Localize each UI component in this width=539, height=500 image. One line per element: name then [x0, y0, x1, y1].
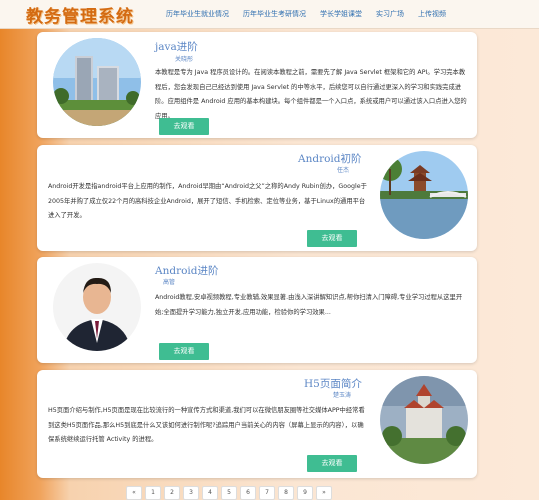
course-card-h5: H5页面简介 楚玉涛 H5页面介绍与制作,H5页面是现在比较流行的一种宣传方式和… [37, 370, 477, 478]
course-image-pavilion [380, 151, 468, 239]
top-header: 教务管理系统 历年毕业生就业情况 历年毕业生考研情况 学长学姐课堂 实习广场 上… [0, 0, 539, 29]
site-logo[interactable]: 教务管理系统 [26, 2, 134, 27]
pagination-prev[interactable]: « [126, 486, 142, 500]
course-description: Android教程,安卓视频教程,专业教辅,效果显著.由浅入深讲解知识点,帮你扫… [155, 294, 463, 316]
nav-employment[interactable]: 历年毕业生就业情况 [166, 9, 229, 19]
course-description: 本教程是专为 Java 程序员设计的。在阅读本教程之前，需要先了解 Java S… [155, 69, 467, 120]
course-title[interactable]: H5页面简介 [304, 376, 362, 391]
pagination-page[interactable]: 8 [278, 486, 294, 500]
course-image-buildings [53, 38, 141, 126]
pagination-page[interactable]: 2 [164, 486, 180, 500]
course-card-java: java进阶 关晓彤 本教程是专为 Java 程序员设计的。在阅读本教程之前，需… [37, 32, 477, 138]
pagination-page[interactable]: 6 [240, 486, 256, 500]
course-description: H5页面介绍与制作,H5页面是现在比较流行的一种宣传方式和渠道,我们可以在微信朋… [48, 407, 365, 443]
course-author: 楚玉涛 [333, 392, 352, 399]
pagination-next[interactable]: » [316, 486, 332, 500]
course-image-castle [380, 376, 468, 464]
watch-button[interactable]: 去观看 [307, 230, 357, 247]
course-card-android-basic: Android初阶 任杰 Android开发是指android平台上应用的制作，… [37, 145, 477, 251]
pagination-page[interactable]: 3 [183, 486, 199, 500]
watch-button[interactable]: 去观看 [159, 118, 209, 135]
nav-senior-class[interactable]: 学长学姐课堂 [320, 9, 362, 19]
course-image-presenter [53, 263, 141, 351]
watch-button[interactable]: 去观看 [159, 343, 209, 360]
course-card-android-advanced: Android进阶 高管 Android教程,安卓视频教程,专业教辅,效果显著.… [37, 257, 477, 363]
course-author: 关晓彤 [175, 56, 194, 63]
pagination-page[interactable]: 7 [259, 486, 275, 500]
course-description: Android开发是指android平台上应用的制作，Android早期由“An… [48, 183, 367, 219]
course-title[interactable]: Android进阶 [155, 263, 219, 278]
pagination: « 1 2 3 4 5 6 7 8 9 » [126, 486, 332, 500]
pagination-page[interactable]: 1 [145, 486, 161, 500]
watch-button[interactable]: 去观看 [307, 455, 357, 472]
pagination-page[interactable]: 4 [202, 486, 218, 500]
nav-internship[interactable]: 实习广场 [376, 9, 404, 19]
main-nav: 历年毕业生就业情况 历年毕业生考研情况 学长学姐课堂 实习广场 上传视频 [166, 9, 460, 19]
pagination-page[interactable]: 9 [297, 486, 313, 500]
nav-upload-video[interactable]: 上传视频 [418, 9, 446, 19]
course-author: 任杰 [337, 167, 350, 174]
pagination-page[interactable]: 5 [221, 486, 237, 500]
course-title[interactable]: Android初阶 [298, 151, 362, 166]
course-title[interactable]: java进阶 [155, 39, 198, 54]
nav-graduate-exam[interactable]: 历年毕业生考研情况 [243, 9, 306, 19]
course-author: 高管 [163, 279, 176, 286]
